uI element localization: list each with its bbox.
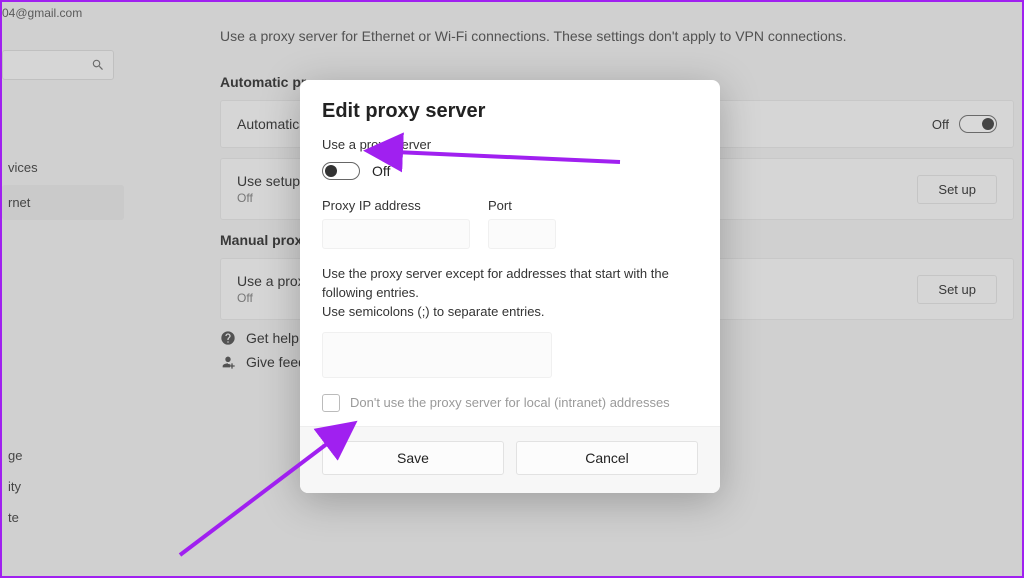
- edit-proxy-dialog: Edit proxy server Use a proxy server Off…: [300, 80, 720, 493]
- dialog-title: Edit proxy server: [322, 100, 698, 123]
- save-button[interactable]: Save: [322, 441, 504, 475]
- use-proxy-state: Off: [372, 163, 390, 179]
- proxy-port-input[interactable]: [488, 219, 556, 249]
- proxy-ip-input[interactable]: [322, 219, 470, 249]
- use-proxy-label: Use a proxy server: [322, 137, 698, 152]
- exceptions-input[interactable]: [322, 332, 552, 378]
- proxy-ip-label: Proxy IP address: [322, 198, 470, 213]
- local-bypass-checkbox[interactable]: [322, 394, 340, 412]
- cancel-button[interactable]: Cancel: [516, 441, 698, 475]
- local-bypass-label: Don't use the proxy server for local (in…: [350, 395, 670, 410]
- use-proxy-toggle[interactable]: [322, 162, 360, 180]
- exceptions-description: Use the proxy server except for addresse…: [322, 265, 698, 322]
- proxy-port-label: Port: [488, 198, 556, 213]
